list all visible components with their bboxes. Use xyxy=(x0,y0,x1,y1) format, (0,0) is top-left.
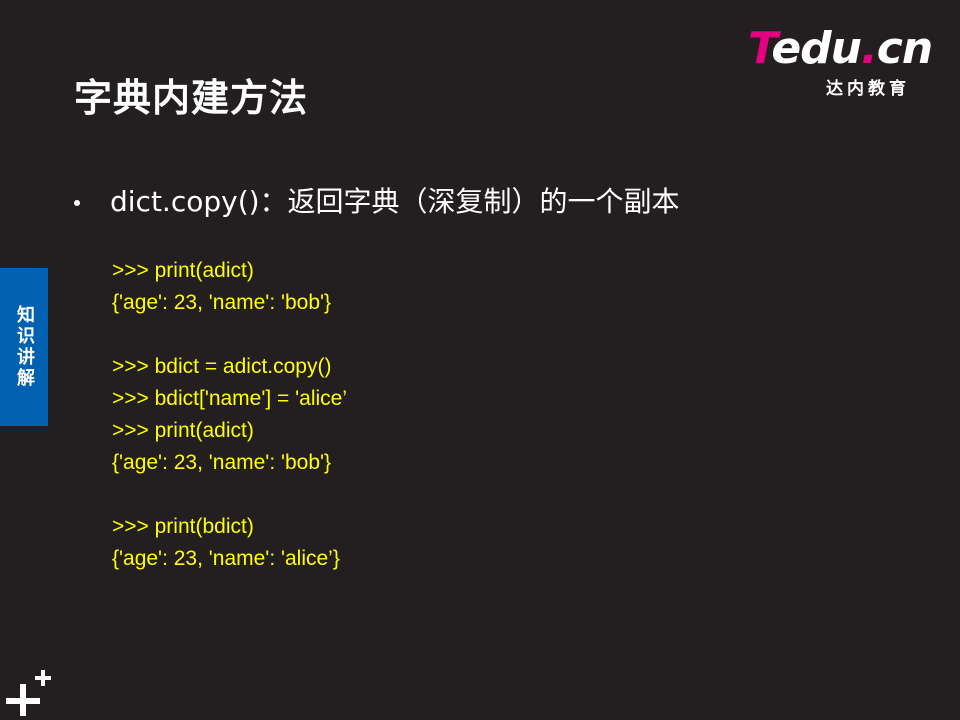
logo-mark-dot: . xyxy=(861,23,878,74)
code-line: {'age': 23, 'name': 'bob'} xyxy=(112,451,332,474)
code-block: >>> print(adict) {'age': 23, 'name': 'bo… xyxy=(112,256,347,576)
logo: Tedu.cn 达内教育 xyxy=(748,23,933,100)
logo-mark-cn: cn xyxy=(876,23,933,74)
bullet-item: dict.copy()：返回字典（深复制）的一个副本 xyxy=(74,182,680,222)
side-tab-label: 知识讲解 xyxy=(14,305,35,389)
logo-subtitle: 达内教育 xyxy=(826,79,910,99)
logo-mark-t: T xyxy=(748,23,772,74)
code-line: {'age': 23, 'name': 'alice’} xyxy=(112,547,340,570)
code-line: >>> print(adict) xyxy=(112,419,254,442)
code-line: >>> bdict = adict.copy() xyxy=(112,355,332,378)
code-line: >>> bdict['name'] = 'alice’ xyxy=(112,387,347,410)
slide-title: 字典内建方法 xyxy=(74,76,309,120)
code-line: {'age': 23, 'name': 'bob'} xyxy=(112,291,332,314)
side-tab: 知识讲解 xyxy=(0,268,48,426)
plus-plus-icon xyxy=(6,670,51,716)
bullet-text: dict.copy()：返回字典（深复制）的一个副本 xyxy=(110,185,680,218)
logo-mark-edu: edu xyxy=(771,23,862,74)
bullet-dot-icon xyxy=(74,200,80,206)
code-line: >>> print(bdict) xyxy=(112,515,254,538)
code-line: >>> print(adict) xyxy=(112,259,254,282)
logo-wordmark: Tedu.cn xyxy=(748,23,933,74)
